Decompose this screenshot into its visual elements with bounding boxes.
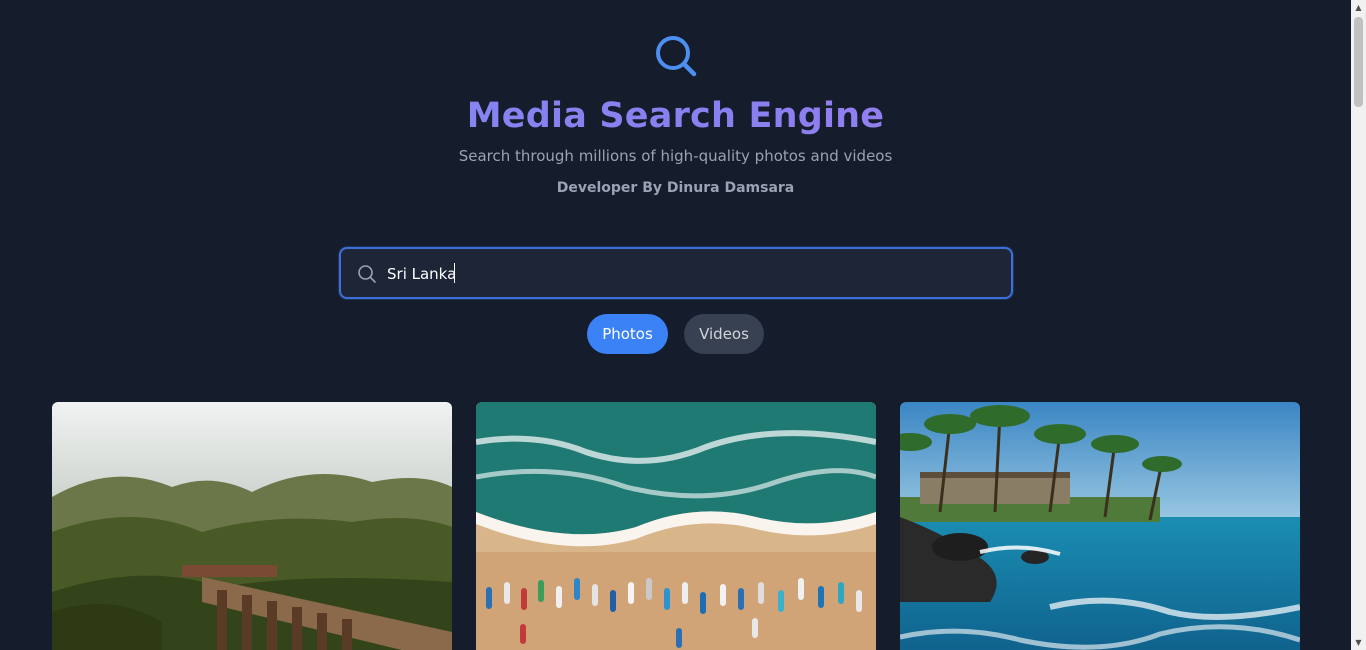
tab-photos[interactable]: Photos — [587, 314, 668, 354]
search-logo-icon — [654, 34, 698, 78]
result-image-train-bridge — [52, 402, 452, 650]
text-caret — [454, 263, 455, 283]
result-image-aerial-beach — [476, 402, 876, 650]
tab-photos-label: Photos — [602, 325, 653, 343]
result-card[interactable] — [476, 402, 876, 650]
page: Media Search Engine Search through milli… — [0, 0, 1351, 650]
scroll-down-arrow-icon[interactable]: ▼ — [1351, 635, 1366, 650]
result-card[interactable] — [52, 402, 452, 650]
search-box[interactable] — [339, 247, 1013, 299]
scroll-up-arrow-icon[interactable]: ▲ — [1351, 0, 1366, 15]
developer-credit: Developer By Dinura Damsara — [556, 180, 795, 196]
search-input[interactable] — [387, 261, 987, 287]
tab-videos-label: Videos — [699, 325, 749, 343]
result-image-palm-coast — [900, 402, 1300, 650]
page-subtitle: Search through millions of high-quality … — [458, 147, 893, 165]
scrollbar-thumb[interactable] — [1354, 17, 1363, 107]
result-card[interactable] — [900, 402, 1300, 650]
page-title: Media Search Engine — [0, 96, 1351, 136]
vertical-scrollbar[interactable]: ▲ ▼ — [1351, 0, 1366, 650]
search-icon — [357, 264, 377, 284]
tab-videos[interactable]: Videos — [684, 314, 764, 354]
